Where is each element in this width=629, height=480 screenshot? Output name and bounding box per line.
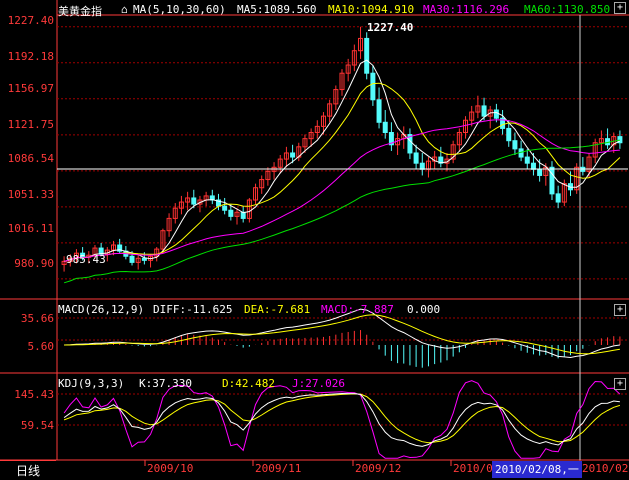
macd-diff-label: DIFF:-11.625 — [153, 303, 233, 316]
date-tick: 2009/11 — [255, 462, 302, 475]
kdj-j-label: J:27.026 — [292, 377, 345, 390]
macd-dea-label: DEA:-7.681 — [244, 303, 311, 316]
candle-down — [555, 193, 561, 203]
candle-down — [370, 72, 376, 101]
kdj-tick: 59.54 — [20, 419, 54, 432]
candle-down — [222, 205, 228, 211]
price-tick: 1192.18 — [7, 50, 54, 63]
candle-down — [129, 255, 135, 263]
kdj-d-label: D:42.482 — [222, 377, 275, 390]
price-tick: 1227.40 — [7, 14, 54, 27]
kdj-params-label: KDJ(9,3,3) — [58, 377, 125, 390]
candle-down — [549, 166, 555, 195]
macd-tick: 5.60 — [27, 340, 55, 353]
instrument-title: 美黄金指 — [58, 5, 102, 18]
date-tick: 2009/10 — [147, 462, 194, 475]
candle-down — [290, 152, 296, 158]
macd-params-label: MACD(26,12,9) — [58, 303, 145, 316]
candle-down — [537, 168, 543, 176]
candle-down — [228, 209, 234, 217]
ma30-line — [63, 119, 620, 262]
kdj-d-line — [63, 393, 621, 444]
ma-indicator-icon: ⌂ — [121, 3, 128, 16]
chart-window: 美黄金指 MA(5,10,30,60) MA5:1089.560 MA10:10… — [0, 0, 629, 480]
candle-down — [512, 140, 518, 150]
candle-down — [493, 109, 499, 119]
candle-down — [376, 99, 382, 123]
period-tab-daily[interactable]: 日线 — [0, 460, 56, 480]
low-annotation: 985.43 — [66, 253, 106, 266]
date-tick: 2009/12 — [355, 462, 402, 475]
ma60-line — [63, 139, 620, 284]
kdj-k-label: K:37.330 — [139, 377, 192, 390]
candle-down — [413, 152, 419, 164]
candle-down — [141, 257, 147, 261]
candle-down — [382, 121, 388, 134]
price-tick: 1051.33 — [7, 188, 54, 201]
expand-macd-panel-button[interactable]: + — [614, 304, 626, 316]
ma30-label: MA30:1116.296 — [423, 3, 510, 16]
macd-value-label: MACD:-7.887 — [321, 303, 394, 316]
candle-down — [530, 162, 536, 170]
price-tick: 1016.11 — [7, 222, 54, 235]
date-tick: 2010/02 — [582, 462, 629, 475]
price-tick: 980.90 — [14, 257, 54, 270]
high-annotation: 1227.40 — [367, 21, 414, 34]
price-tick: 1086.54 — [7, 152, 54, 165]
ma10-label: MA10:1094.910 — [328, 3, 415, 16]
kdj-j-line — [63, 380, 621, 459]
macd-tick: 35.66 — [20, 312, 54, 325]
candle-down — [191, 197, 197, 205]
candle-down — [506, 127, 512, 142]
macd-extra-label: 0.000 — [407, 303, 441, 316]
kdj-tick: 145.43 — [14, 388, 54, 401]
cursor-date-label: 2010/02/08,一 — [492, 461, 582, 478]
price-tick: 1121.75 — [7, 118, 54, 131]
candle-down — [364, 37, 370, 74]
chart-canvas[interactable] — [0, 0, 629, 480]
ma-params-label: MA(5,10,30,60) — [133, 3, 226, 16]
expand-kdj-panel-button[interactable]: + — [614, 378, 626, 390]
candle-down — [481, 105, 487, 117]
ma60-label: MA60:1130.850 — [524, 3, 611, 16]
expand-price-panel-button[interactable]: + — [614, 2, 626, 14]
price-tick: 1156.97 — [7, 82, 54, 95]
ma5-label: MA5:1089.560 — [237, 3, 317, 16]
candle-down — [524, 156, 530, 164]
candle-down — [419, 162, 425, 170]
ma10-line — [63, 82, 621, 262]
